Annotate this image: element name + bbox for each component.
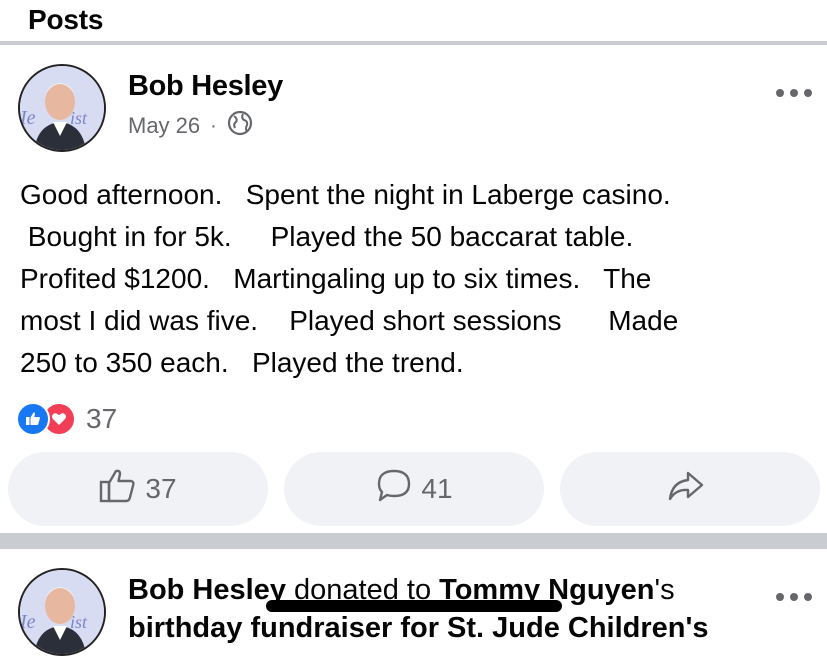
section-title: Posts [28,4,104,35]
post-date[interactable]: May 26 [128,113,200,139]
avatar[interactable]: Ie ist [18,64,106,152]
comment-count: 41 [421,473,453,504]
like-button[interactable]: 37 [8,452,268,526]
share-icon [666,469,714,510]
reactions-summary[interactable]: 37 [16,402,117,436]
section-divider [0,41,827,45]
globe-icon [227,110,253,142]
svg-text:Ie: Ie [20,107,36,129]
like-outline-icon [99,468,145,511]
share-button[interactable] [560,452,820,526]
post2-possessive: 's [654,574,675,606]
post2-author[interactable]: Bob Hesley [128,574,286,606]
meta-separator: · [210,114,217,137]
post-text: Good afternoon. Spent the night in Laber… [20,179,679,378]
comment-icon [375,468,421,511]
post2-subline[interactable]: birthday fundraiser for St. Jude Childre… [128,612,709,645]
home-indicator[interactable] [266,600,562,612]
like-count: 37 [145,473,177,504]
reaction-count: 37 [86,403,118,434]
comment-button[interactable]: 41 [284,452,544,526]
more-options-icon[interactable] [776,590,812,604]
like-icon [16,402,50,436]
post-divider [0,533,827,549]
avatar[interactable]: Ie ist [18,568,106,656]
post-author[interactable]: Bob Hesley [128,70,283,103]
post-meta: May 26 · [128,110,253,142]
more-options-icon[interactable] [776,86,812,100]
svg-text:Ie: Ie [20,611,36,633]
